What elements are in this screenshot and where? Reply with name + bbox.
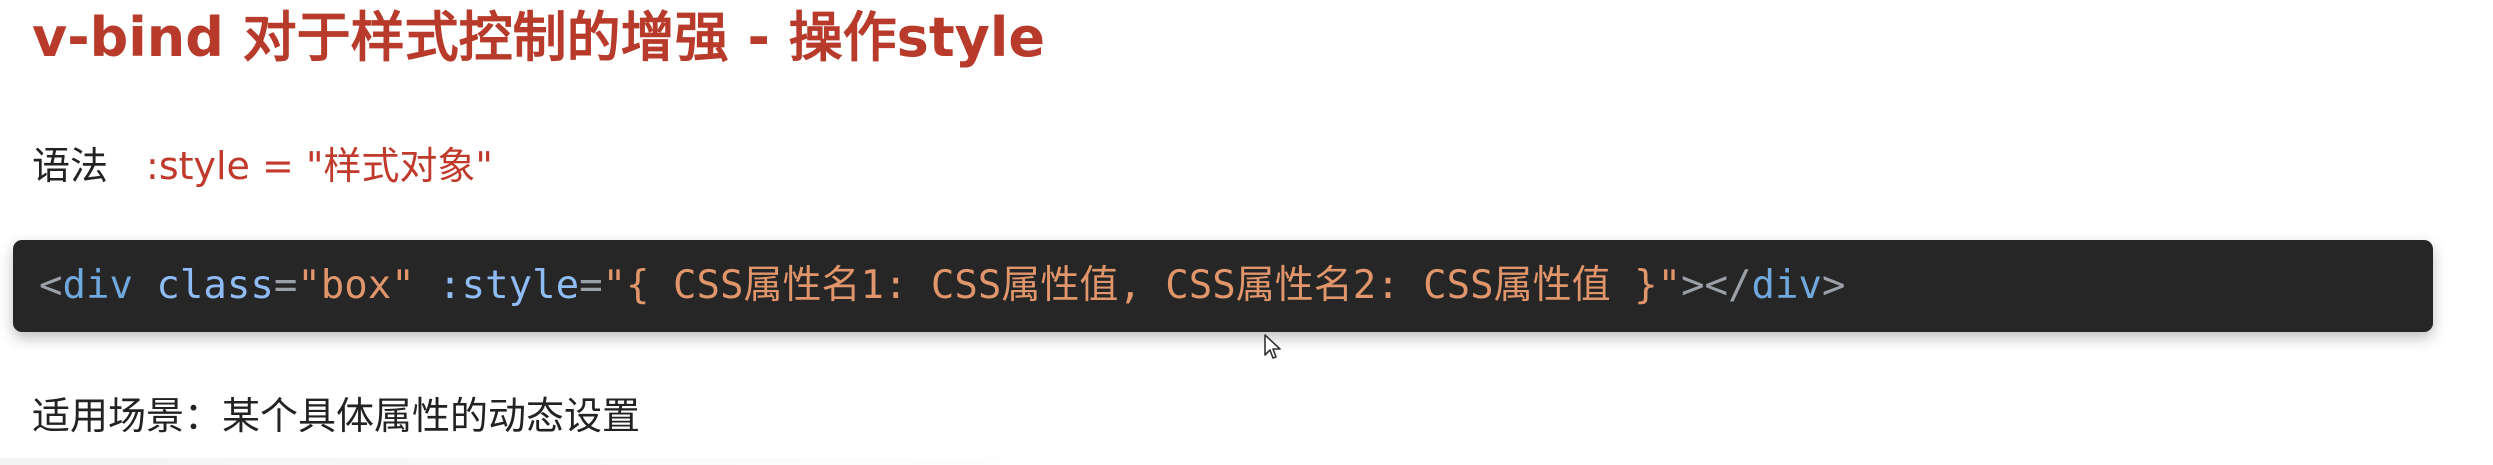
syntax-line: 语法 :style = "样式对象" (32, 136, 493, 196)
code-attr-style: :style (438, 263, 580, 308)
code-attr-class: class (156, 263, 274, 308)
code-close-bracket: > (1821, 263, 1846, 308)
code-value-style: "{ CSS属性名1: CSS属性值, CSS属性名2: CSS属性值 }" (602, 263, 1682, 308)
page-title: v-bind 对于样式控制的增强 - 操作style (32, 6, 1045, 69)
syntax-code: :style = "样式对象" (146, 144, 493, 188)
code-open-bracket: < (39, 263, 63, 308)
code-equals-2: = (579, 263, 603, 308)
code-close-open: ></ (1681, 263, 1752, 308)
mouse-pointer-icon (1264, 334, 1281, 359)
bottom-divider (0, 458, 1150, 465)
code-block: <div class="box" :style="{ CSS属性名1: CSS属… (13, 240, 2433, 332)
code-equals-1: = (273, 263, 298, 308)
code-tag-open: div (62, 263, 133, 308)
syntax-label: 语法 (32, 144, 109, 188)
usage-scenario: 适用场景：某个具体属性的动态设置 (32, 394, 641, 438)
code-value-class: "box" (297, 263, 415, 308)
code-tag-close: div (1751, 263, 1822, 308)
